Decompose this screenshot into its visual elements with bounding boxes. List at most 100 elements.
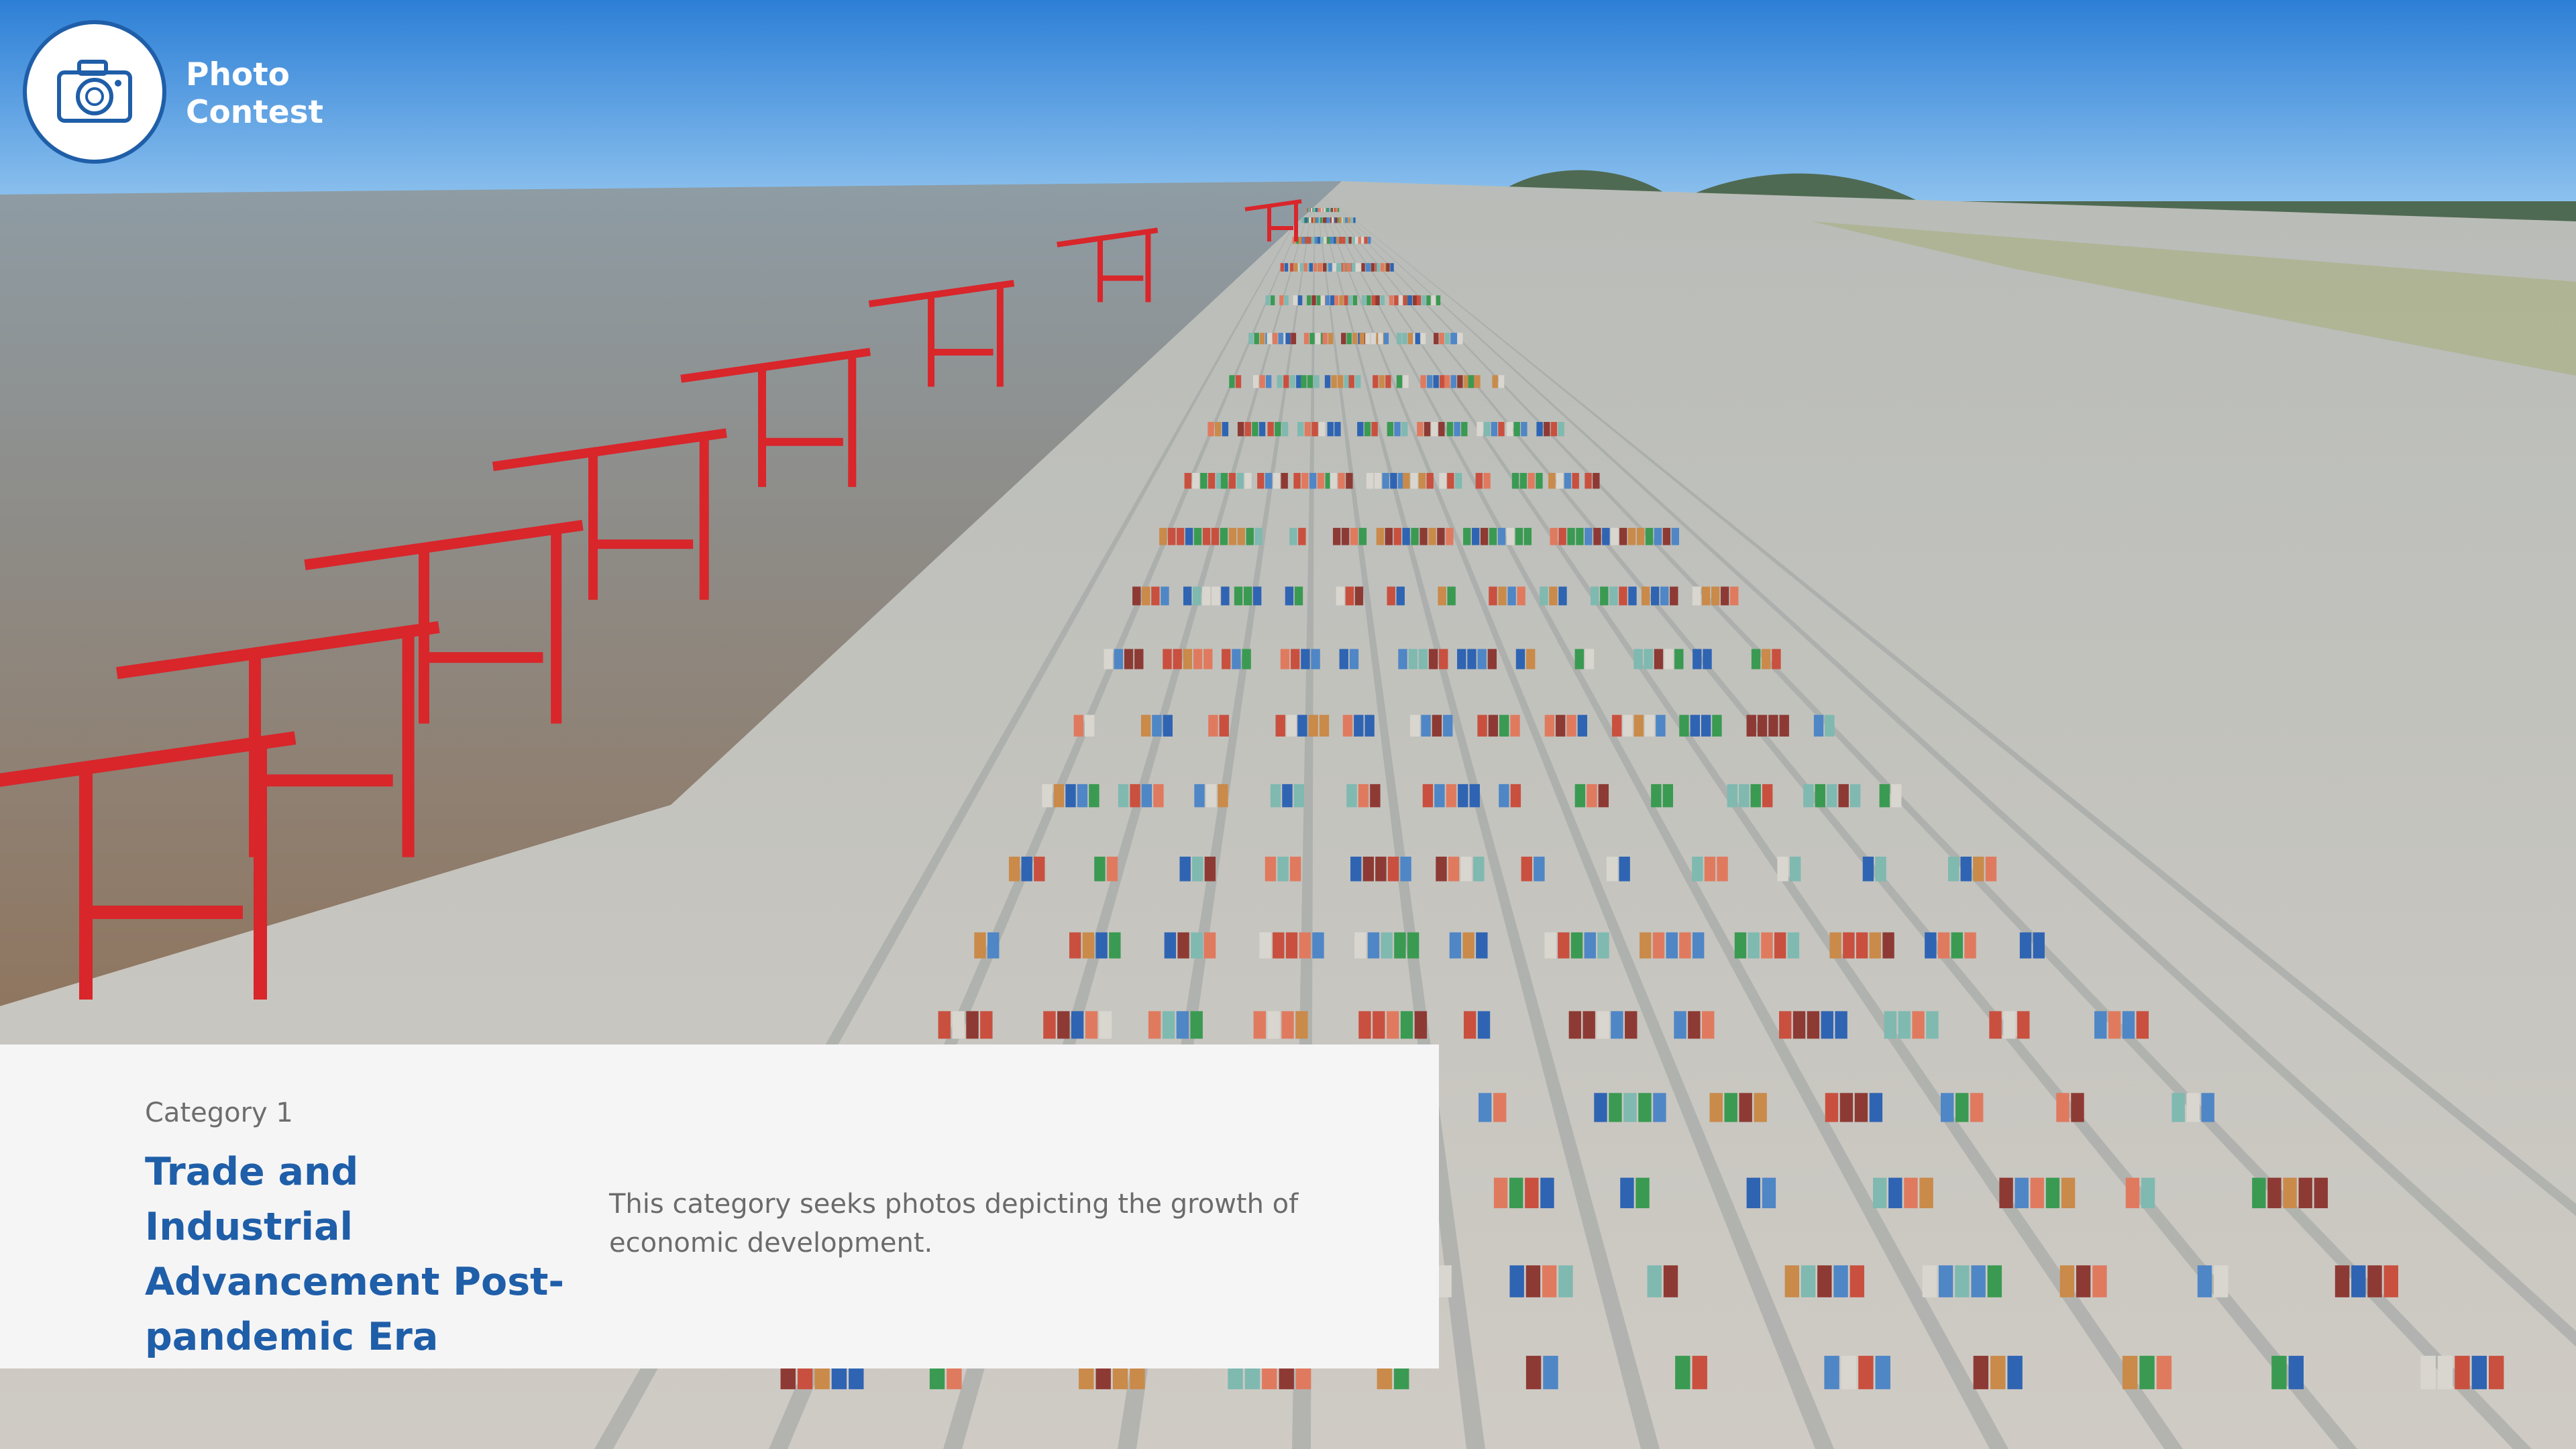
container-stack [1499,784,1509,808]
container-stack [2156,1356,2172,1389]
container-stack [1312,932,1324,959]
container-stack [1380,295,1385,306]
container-stack [1283,375,1289,388]
container-stack [1328,217,1330,223]
container-stack [1376,263,1381,272]
container-stack [1253,1011,1267,1039]
container-stack [1919,1177,1933,1209]
container-stack [1339,236,1343,244]
container-stack [1234,586,1243,606]
container-stack [1140,714,1151,737]
container-stack [1285,333,1291,345]
container-stack [1492,375,1498,388]
container-stack [1291,333,1297,345]
container-stack [1335,217,1338,223]
container-stack [1215,421,1222,437]
container-stack [1191,932,1203,959]
container-stack [1148,1011,1161,1039]
container-stack [1053,784,1065,808]
container-stack [987,932,1000,959]
container-stack [1065,784,1076,808]
container-stack [1693,649,1702,669]
container-stack [1675,1356,1690,1389]
container-stack [1297,421,1304,437]
container-stack [1229,375,1235,388]
container-stack [1324,217,1327,223]
container-stack [1339,295,1344,306]
container-stack [1164,932,1177,959]
container-stack [1439,333,1444,345]
container-stack [1342,217,1346,223]
container-stack [966,1011,979,1039]
container-stack [1393,527,1401,545]
container-stack [1407,932,1419,959]
container-stack [1289,527,1297,545]
container-stack [1345,586,1354,606]
container-stack [1438,421,1445,437]
container-stack [1606,856,1618,881]
container-stack [1701,586,1711,606]
container-stack [1779,1011,1792,1039]
container-stack [1568,1011,1582,1039]
container-stack [1489,586,1497,606]
container-stack [1739,1093,1752,1122]
container-stack [2489,1356,2504,1389]
container-stack [1477,714,1487,737]
container-stack [1730,586,1739,606]
container-stack [1536,421,1543,437]
container-stack [1446,784,1457,808]
container-stack [1438,586,1446,606]
container-stack [1436,856,1447,881]
container-stack [1390,472,1397,489]
container-stack [1746,714,1756,737]
container-stack [1281,421,1289,437]
container-stack [1270,784,1281,808]
container-stack [1450,375,1457,388]
container-stack [1043,1011,1056,1039]
container-stack [1320,295,1325,306]
container-stack [1434,784,1445,808]
container-stack [1774,932,1786,959]
container-stack [1394,932,1406,959]
container-stack [1342,263,1346,272]
container-stack [1193,649,1203,669]
container-stack [1558,1265,1573,1297]
container-stack [1290,649,1300,669]
container-stack [2125,1177,2140,1209]
container-stack [1525,1356,1542,1389]
container-stack [1396,375,1403,388]
container-stack [1703,649,1712,669]
container-stack [1403,295,1407,306]
container-stack [1273,333,1278,345]
container-stack [1346,784,1357,808]
container-stack [1275,421,1281,437]
container-stack [1448,856,1460,881]
container-stack [1469,784,1480,808]
container-stack [1433,375,1439,388]
container-stack [1299,932,1311,959]
container-stack [1082,932,1095,959]
container-stack [1179,856,1191,881]
container-stack [1357,421,1364,437]
container-stack [1426,472,1434,489]
container-stack [1431,295,1436,306]
container-stack [1597,1011,1609,1039]
container-stack [1666,932,1678,959]
container-stack [1346,472,1353,489]
container-stack [1168,527,1176,545]
container-stack [1414,1011,1428,1039]
container-stack [1313,375,1320,388]
container-stack [1396,586,1405,606]
container-stack [1825,1093,1839,1122]
container-stack [1208,472,1216,489]
container-stack [1297,714,1307,737]
container-stack [1611,527,1619,545]
container-stack [2019,932,2032,959]
container-stack [2314,1177,2328,1209]
container-stack [1358,236,1362,244]
container-stack [1373,375,1379,388]
container-stack [1163,649,1172,669]
container-stack [1454,472,1462,489]
container-stack [938,1011,951,1039]
container-stack [1510,784,1521,808]
